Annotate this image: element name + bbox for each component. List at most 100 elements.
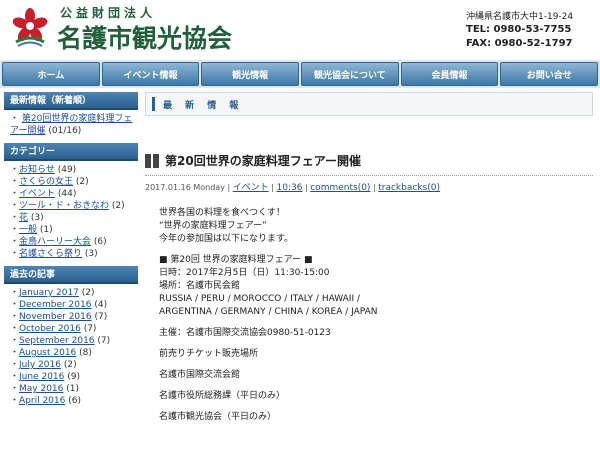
body-line: ■ 第20回 世界の家庭料理フェアー ■ <box>159 255 313 265</box>
archive-count: (6) <box>68 396 81 406</box>
category-count: (6) <box>93 237 107 247</box>
archive-count: (9) <box>67 372 81 382</box>
archive-link[interactable]: July 2016 <box>19 360 61 370</box>
nav-about[interactable]: 観光協会について <box>301 62 399 86</box>
main-nav: ホーム イベント情報 観光情報 観光協会について 会員情報 お問い合せ <box>0 60 600 88</box>
archive-list: January 2017 (2) December 2016 (4) Novem… <box>4 284 138 413</box>
body-line: ARGENTINA / GERMANY / CHINA / KOREA / JA… <box>159 307 378 317</box>
list-item: イベント (44) <box>10 188 138 200</box>
archive-link[interactable]: January 2017 <box>19 288 79 298</box>
nav-members[interactable]: 会員情報 <box>400 62 499 86</box>
list-item: さくらの女王 (2) <box>10 176 138 188</box>
list-item: December 2016 (4) <box>10 299 138 311</box>
list-item: お知らせ (49) <box>10 164 138 176</box>
list-item: 名護さくら祭り (3) <box>10 248 138 260</box>
archive-link[interactable]: October 2016 <box>19 324 81 334</box>
category-link[interactable]: イベント <box>19 189 55 199</box>
fax-number: FAX: 0980-52-1797 <box>466 38 573 49</box>
body-line: 名護市国際交流会館 <box>159 370 241 380</box>
entry-title-row: 第20回世界の家庭料理フェアー開催 <box>145 152 593 169</box>
category-link[interactable]: 金鳥ハーリー大会 <box>19 237 91 247</box>
sakura-flower-logo-icon[interactable] <box>12 8 48 48</box>
body-line: 世界各国の料理を食べつくす！ <box>159 208 286 218</box>
archive-link[interactable]: September 2016 <box>19 336 95 346</box>
address: 沖縄県名護市大中1-19-24 <box>466 12 574 22</box>
archive-count: (7) <box>94 312 108 322</box>
main-content: 最 新 情 報 第20回世界の家庭料理フェアー開催 2017.01.16 Mon… <box>145 92 593 424</box>
list-item: June 2016 (9) <box>10 371 138 383</box>
archive-count: (8) <box>79 348 92 358</box>
section-title: 最 新 情 報 <box>163 100 244 111</box>
body-line: RUSSIA / PERU / MOROCCO / ITALY / HAWAII… <box>159 294 361 304</box>
entry-meta: 2017.01.16 Monday | イベント | 10:36 | comme… <box>145 175 593 193</box>
archive-link[interactable]: November 2016 <box>19 312 92 322</box>
site-header: 公益財団法人 名護市観光協会 沖縄県名護市大中1-19-24 TEL: 0980… <box>0 0 600 60</box>
nav-events[interactable]: イベント情報 <box>101 62 200 86</box>
archive-link[interactable]: December 2016 <box>19 300 91 310</box>
category-link[interactable]: さくらの女王 <box>19 177 73 187</box>
nav-contact[interactable]: お問い合せ <box>500 62 599 86</box>
entry-time-link[interactable]: 10:36 <box>277 183 303 193</box>
archive-link[interactable]: April 2016 <box>19 396 65 406</box>
body-line: 場所：名護市民会館 <box>159 281 241 291</box>
category-count: (44) <box>57 189 77 199</box>
archive-heading: 過去の記事 <box>4 266 138 284</box>
archive-count: (1) <box>66 384 80 394</box>
list-item: 第20回世界の家庭料理フェアー開催 (01/16) <box>10 113 138 137</box>
archive-link[interactable]: June 2016 <box>19 372 64 382</box>
list-item: ツール・ド・おきなわ (2) <box>10 200 138 212</box>
category-link[interactable]: ツール・ド・おきなわ <box>19 201 109 211</box>
archive-count: (2) <box>81 288 95 298</box>
body-line: 日時：2017年2月5日（日）11:30-15:00 <box>159 268 330 278</box>
comments-link[interactable]: comments(0) <box>310 183 370 193</box>
nav-home[interactable]: ホーム <box>2 62 100 86</box>
list-item: September 2016 (7) <box>10 335 138 347</box>
archive-count: (2) <box>63 360 77 370</box>
news-heading: 最新情報（新着順） <box>4 92 138 110</box>
list-item: May 2016 (1) <box>10 383 138 395</box>
section-header: 最 新 情 報 <box>145 92 593 116</box>
category-link[interactable]: 花 <box>19 213 28 223</box>
body-line: 名護市役所総務課（平日のみ） <box>159 391 286 401</box>
category-link[interactable]: 名護さくら祭り <box>19 249 82 259</box>
pause-bars-icon <box>145 153 159 168</box>
entry-category-link[interactable]: イベント <box>233 183 269 193</box>
category-count: (49) <box>57 165 77 175</box>
list-item: 一般 (1) <box>10 224 138 236</box>
body-line: 主催：名護市国際交流協会0980-51-0123 <box>159 328 331 338</box>
body-line: 名護市観光協会（平日のみ） <box>159 412 277 422</box>
body-line: 今年の参加国は以下になります。 <box>159 234 294 244</box>
list-item: July 2016 (2) <box>10 359 138 371</box>
news-date: (01/16) <box>48 126 82 136</box>
tel-number: TEL: 0980-53-7755 <box>466 24 572 35</box>
entry-title[interactable]: 第20回世界の家庭料理フェアー開催 <box>165 152 361 169</box>
category-count: (1) <box>39 225 53 235</box>
list-item: August 2016 (8) <box>10 347 138 359</box>
news-list: 第20回世界の家庭料理フェアー開催 (01/16) <box>4 110 138 143</box>
body-line: 前売りチケット販売場所 <box>159 349 259 359</box>
trackbacks-link[interactable]: trackbacks(0) <box>378 183 440 193</box>
nav-sightseeing[interactable]: 観光情報 <box>201 62 300 86</box>
list-item: 金鳥ハーリー大会 (6) <box>10 236 138 248</box>
list-item: April 2016 (6) <box>10 395 138 407</box>
category-link[interactable]: 一般 <box>19 225 37 235</box>
org-name[interactable]: 名護市観光協会 <box>57 19 232 55</box>
archive-count: (4) <box>94 300 108 310</box>
archive-link[interactable]: May 2016 <box>19 384 63 394</box>
category-count: (3) <box>84 249 98 259</box>
archive-count: (7) <box>97 336 111 346</box>
category-heading: カテゴリー <box>4 143 138 161</box>
section-marker <box>152 97 155 111</box>
list-item: November 2016 (7) <box>10 311 138 323</box>
category-count: (3) <box>30 213 44 223</box>
body-line: “世界の家庭料理フェアー” <box>159 221 267 231</box>
archive-count: (7) <box>83 324 97 334</box>
sidebar: 最新情報（新着順） 第20回世界の家庭料理フェアー開催 (01/16) カテゴリ… <box>4 92 138 413</box>
category-count: (2) <box>111 201 125 211</box>
category-link[interactable]: お知らせ <box>19 165 55 175</box>
list-item: January 2017 (2) <box>10 287 138 299</box>
list-item: 花 (3) <box>10 212 138 224</box>
category-count: (2) <box>75 177 89 187</box>
archive-link[interactable]: August 2016 <box>19 348 76 358</box>
category-list: お知らせ (49) さくらの女王 (2) イベント (44) ツール・ド・おきな… <box>4 161 138 266</box>
